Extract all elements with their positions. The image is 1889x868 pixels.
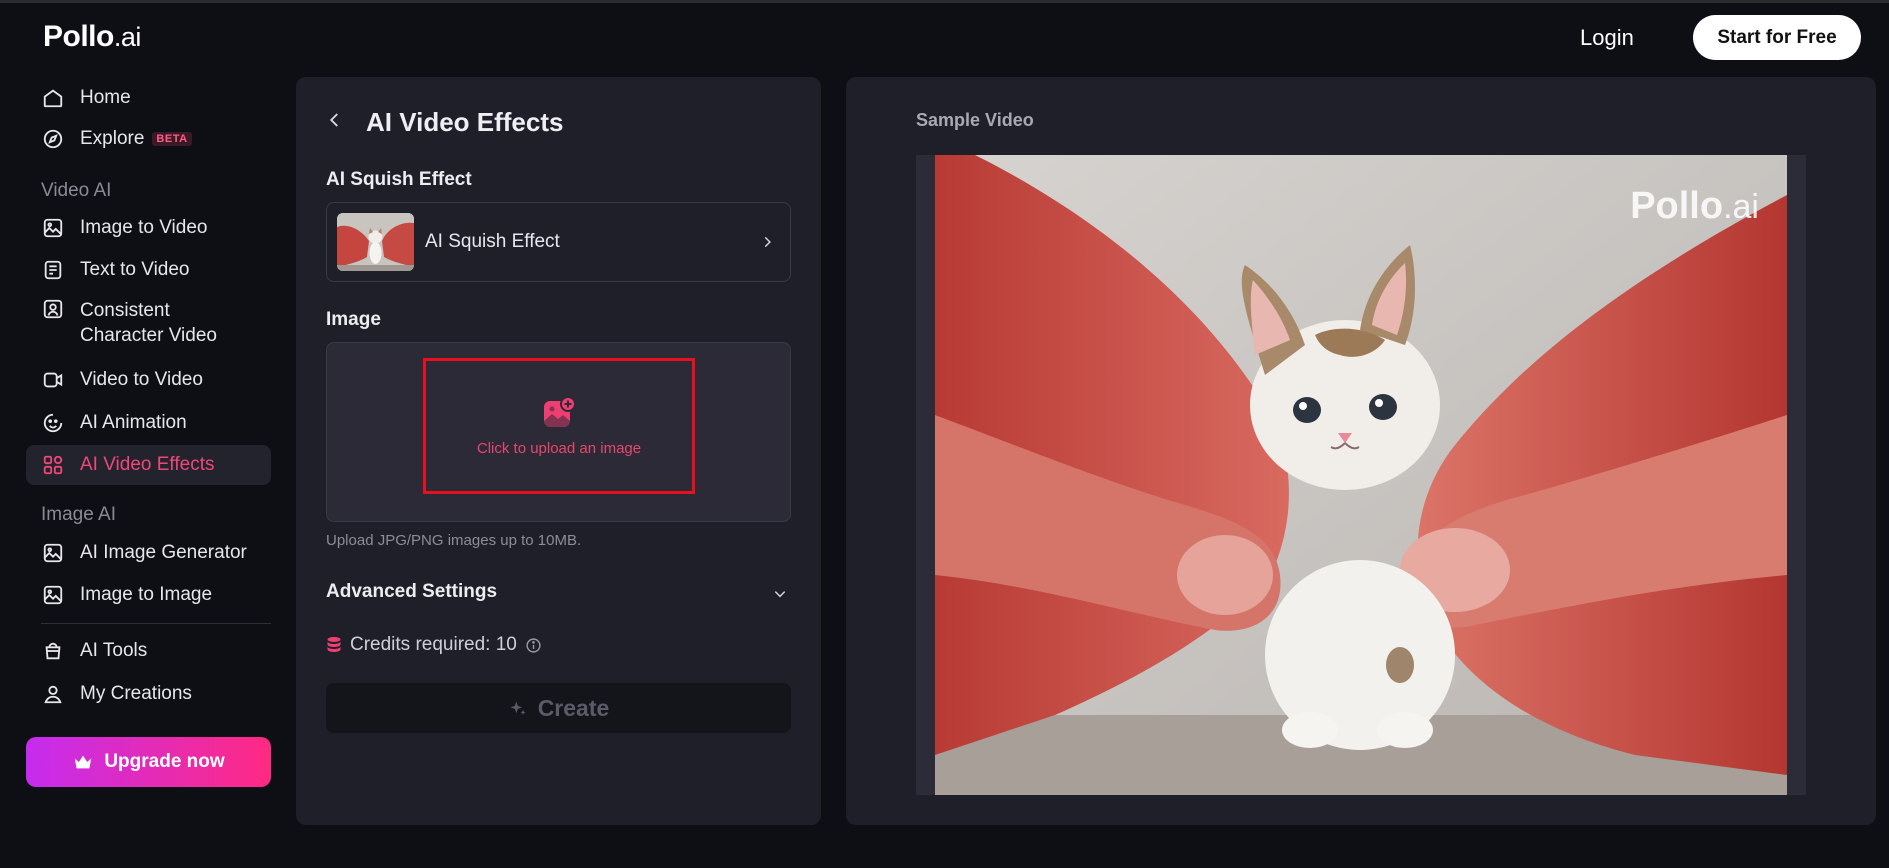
effects-grid-icon: [42, 454, 64, 476]
watermark-suffix: .ai: [1723, 188, 1759, 226]
upgrade-label: Upgrade now: [104, 751, 225, 772]
beta-badge: BETA: [152, 132, 192, 146]
character-icon: [42, 298, 64, 320]
image-generator-icon: [42, 542, 64, 564]
pollo-logo[interactable]: Pollo.ai: [43, 20, 141, 54]
sidebar-item-image-to-image[interactable]: Image to Image: [26, 575, 271, 615]
image-video-icon: [42, 217, 64, 239]
sidebar-item-consistent-character-video[interactable]: Consistent Character Video: [26, 292, 271, 352]
effect-field-label: AI Squish Effect: [326, 169, 472, 190]
sidebar-item-label: AI Tools: [80, 640, 148, 661]
start-for-free-button[interactable]: Start for Free: [1693, 15, 1861, 60]
top-border: [0, 0, 1889, 3]
home-icon: [42, 87, 64, 109]
chevron-right-icon: [760, 235, 774, 249]
sidebar-item-label: Image to Video: [80, 217, 208, 238]
upload-hint: Upload JPG/PNG images up to 10MB.: [326, 532, 582, 549]
user-icon: [42, 683, 64, 705]
sidebar-item-home[interactable]: Home: [26, 78, 271, 118]
sidebar-item-label: AI Video Effects: [80, 454, 215, 475]
kitten-squish-illustration: [935, 155, 1787, 795]
login-link[interactable]: Login: [1580, 24, 1634, 52]
video-camera-icon: [42, 369, 64, 391]
selected-effect-name: AI Squish Effect: [425, 231, 560, 252]
create-label: Create: [537, 694, 610, 721]
sidebar-item-text-to-video[interactable]: Text to Video: [26, 250, 271, 290]
effect-selector[interactable]: AI Squish Effect: [326, 202, 791, 282]
sidebar-item-image-to-video[interactable]: Image to Video: [26, 208, 271, 248]
upgrade-now-button[interactable]: Upgrade now: [26, 737, 271, 787]
section-label-image-ai: Image AI: [41, 504, 116, 525]
animation-face-icon: [42, 412, 64, 434]
info-icon[interactable]: [525, 637, 542, 654]
sidebar-item-label: AI Animation: [80, 412, 187, 433]
coin-stack-icon: [326, 636, 342, 654]
sample-video-panel: Sample Video Pollo.ai: [846, 77, 1876, 825]
logo-suffix: .ai: [113, 22, 142, 52]
chevron-down-icon: [773, 587, 787, 601]
effect-thumbnail: [337, 213, 414, 271]
sidebar-item-ai-image-generator[interactable]: AI Image Generator: [26, 533, 271, 573]
watermark-main: Pollo: [1630, 185, 1724, 227]
chevron-left-icon[interactable]: [326, 111, 344, 129]
logo-main: Pollo: [43, 20, 114, 53]
sidebar-item-label: Video to Video: [80, 369, 203, 390]
sample-video-label: Sample Video: [916, 110, 1034, 130]
crown-icon: [72, 751, 94, 773]
sample-video-player[interactable]: Pollo.ai: [916, 155, 1806, 795]
sidebar-item-label: My Creations: [80, 683, 192, 704]
credits-required: Credits required: 10: [326, 633, 542, 657]
advanced-settings-toggle[interactable]: Advanced Settings: [326, 579, 791, 609]
section-label-video-ai: Video AI: [41, 180, 112, 201]
sidebar-item-label: Text to Video: [80, 259, 190, 280]
sample-video-frame: Pollo.ai: [935, 155, 1787, 795]
sidebar-item-label: Home: [80, 87, 131, 108]
page-title: AI Video Effects: [366, 107, 564, 137]
toolbox-icon: [42, 640, 64, 662]
credits-text: Credits required: 10: [350, 634, 517, 655]
sidebar-item-ai-animation[interactable]: AI Animation: [26, 403, 271, 443]
image-field-label: Image: [326, 309, 381, 330]
create-button[interactable]: Create: [326, 683, 791, 733]
sidebar-item-explore[interactable]: Explore BETA: [26, 119, 271, 159]
sparkle-icon: [508, 698, 528, 718]
sidebar-item-label: AI Image Generator: [80, 542, 247, 563]
sidebar-item-label: Image to Image: [80, 584, 213, 605]
sidebar-item-label: Consistent Character Video: [80, 300, 217, 346]
image-upload-icon: [542, 395, 576, 430]
text-video-icon: [42, 259, 64, 281]
sidebar-item-ai-tools[interactable]: AI Tools: [26, 631, 271, 671]
sidebar-divider: [41, 623, 271, 624]
sidebar-item-video-to-video[interactable]: Video to Video: [26, 360, 271, 400]
sidebar-item-ai-video-effects[interactable]: AI Video Effects: [26, 445, 271, 485]
sidebar-item-my-creations[interactable]: My Creations: [26, 674, 271, 714]
effect-settings-panel: AI Video Effects AI Squish Effect AI Squ…: [296, 77, 821, 825]
image-icon: [42, 584, 64, 606]
upload-image-button[interactable]: Click to upload an image: [423, 358, 695, 494]
pollo-watermark: Pollo.ai: [1630, 185, 1759, 228]
compass-icon: [42, 128, 64, 150]
advanced-settings-label: Advanced Settings: [326, 581, 498, 602]
upload-text: Click to upload an image: [476, 439, 642, 457]
image-upload-area[interactable]: Click to upload an image: [326, 342, 791, 522]
sidebar-item-label: Explore: [80, 128, 145, 149]
